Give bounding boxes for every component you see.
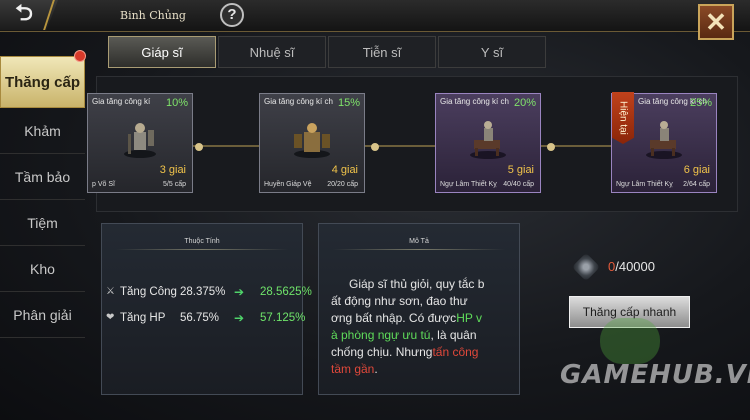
attribute-next-value: 57.125% (260, 312, 306, 324)
desc-highlight: à phòng ngự ưu tú (331, 328, 431, 342)
unit-level: 20/20 cấp (327, 181, 358, 188)
tab-giap-si[interactable]: Giáp sĩ (108, 36, 216, 68)
sidebar-item-tiem[interactable]: Tiệm (0, 200, 85, 246)
unit-level: 40/40 cấp (503, 181, 534, 188)
desc-line: ất động như sơn, đao thư (331, 294, 468, 308)
sidebar-item-thang-cap[interactable]: Thăng cấp (0, 56, 85, 108)
desc-line: Giáp sĩ thủ giỏi, quy tắc b (349, 277, 485, 291)
cavalry-icon (470, 121, 506, 159)
sidebar-item-kho[interactable]: Kho (0, 246, 85, 292)
gamepad-logo (600, 318, 660, 364)
desc-line: , là quân (430, 328, 477, 342)
swords-icon: ⚔ (106, 286, 115, 297)
help-button[interactable]: ? (220, 3, 244, 27)
page-title: Binh Chủng (120, 9, 186, 22)
attribute-next-value: 28.5625% (260, 286, 312, 298)
soldier-icon (124, 123, 156, 158)
desc-warning: tấn công (432, 345, 479, 359)
soldier-icon (294, 123, 330, 158)
attribute-header: Thuộc Tính (184, 238, 220, 245)
heart-icon: ❤ (106, 312, 115, 323)
attribute-value: 56.75% (180, 312, 220, 324)
attribute-label: Tăng HP (120, 312, 166, 324)
desc-line: . (374, 362, 378, 376)
divider (116, 249, 288, 250)
material-total: /40000 (615, 259, 655, 274)
tier-node (547, 143, 555, 151)
desc-highlight: HP v (456, 311, 482, 325)
unit-name: Huyền Giáp Vệ (264, 181, 312, 188)
attribute-row: ❤ Tăng HP 56.75% ➔ 57.125% (106, 311, 306, 328)
description-text: Giáp sĩ thủ giỏi, quy tắc b ất động như … (331, 276, 511, 378)
unit-level: 5/5 cấp (163, 181, 186, 188)
notification-dot (74, 50, 86, 62)
tier-grade: 6 giai (683, 164, 710, 176)
unit-name: Ngự Lâm Thiết Kỵ (440, 181, 497, 188)
arrow-right-icon: ➔ (234, 311, 245, 325)
tier-bonus: 15% (337, 97, 360, 109)
tier-card-3[interactable]: Gia tăng công kí ch 20% 5 giai Ngự Lâm T… (435, 93, 541, 193)
attribute-panel: Thuộc Tính ⚔ Tăng Công 28.375% ➔ 28.5625… (101, 223, 312, 395)
top-bar: ⮌ Binh Chủng ? (0, 0, 750, 32)
tab-tien-si[interactable]: Tiễn sĩ (328, 36, 436, 68)
tier-panel: Gia tăng công kí 10% 3 giai p Võ Sĩ 5/5 … (87, 76, 738, 212)
tier-title: Gia tăng công kí ch (264, 97, 333, 106)
tier-node (195, 143, 203, 151)
unit-name: Ngự Lâm Thiết Kỵ (616, 181, 673, 188)
tier-title: Gia tăng công kí ch (440, 97, 509, 106)
desc-warning: tầm gần (331, 362, 375, 376)
attribute-label: Tăng Công (120, 286, 177, 298)
tab-bar: Giáp sĩ Nhuệ sĩ Tiễn sĩ Y sĩ (108, 36, 546, 68)
tier-title: Gia tăng công kí (92, 97, 151, 106)
tier-bonus: 25% (689, 97, 712, 109)
watermark: GAMEHUB.VN (560, 360, 750, 390)
close-icon: ✕ (705, 6, 727, 37)
sidebar-item-tam-bao[interactable]: Tầm bảo (0, 154, 85, 200)
description-panel: Mô Tả Giáp sĩ thủ giỏi, quy tắc b ất độn… (318, 223, 520, 395)
close-button[interactable]: ✕ (698, 4, 734, 40)
tier-node (371, 143, 379, 151)
current-tier-badge: Hiện tại (612, 92, 634, 144)
sidebar-item-phan-giai[interactable]: Phân giải (0, 292, 85, 338)
desc-line: ơng bất nhập. Có được (331, 311, 457, 325)
tab-y-si[interactable]: Y sĩ (438, 36, 546, 68)
tier-bonus: 20% (513, 97, 536, 109)
tier-grade: 5 giai (507, 164, 534, 176)
tier-grade: 3 giai (159, 164, 186, 176)
cavalry-icon (646, 121, 682, 159)
desc-line: chống chịu. Nhưng (331, 345, 433, 359)
divider (333, 249, 505, 250)
unit-name: p Võ Sĩ (92, 181, 115, 188)
attribute-value: 28.375% (180, 286, 226, 298)
description-header: Mô Tả (409, 238, 429, 245)
upgrade-material-icon (571, 252, 601, 282)
tab-nhue-si[interactable]: Nhuệ sĩ (218, 36, 326, 68)
material-count: 0/40000 (608, 259, 655, 274)
unit-level: 2/64 cấp (683, 181, 710, 188)
sidebar-item-kham[interactable]: Khảm (0, 108, 85, 154)
back-button[interactable]: ⮌ (0, 0, 58, 30)
tier-bonus: 10% (165, 97, 188, 109)
tier-card-2[interactable]: Gia tăng công kí ch 15% 4 giai Huyền Giá… (259, 93, 365, 193)
tier-grade: 4 giai (331, 164, 358, 176)
arrow-right-icon: ➔ (234, 285, 245, 299)
sidebar: Thăng cấp Khảm Tầm bảo Tiệm Kho Phân giả… (0, 56, 85, 356)
back-arrow-icon: ⮌ (15, 0, 33, 25)
tier-card-1[interactable]: Gia tăng công kí 10% 3 giai p Võ Sĩ 5/5 … (87, 93, 193, 193)
attribute-row: ⚔ Tăng Công 28.375% ➔ 28.5625% (106, 285, 312, 302)
